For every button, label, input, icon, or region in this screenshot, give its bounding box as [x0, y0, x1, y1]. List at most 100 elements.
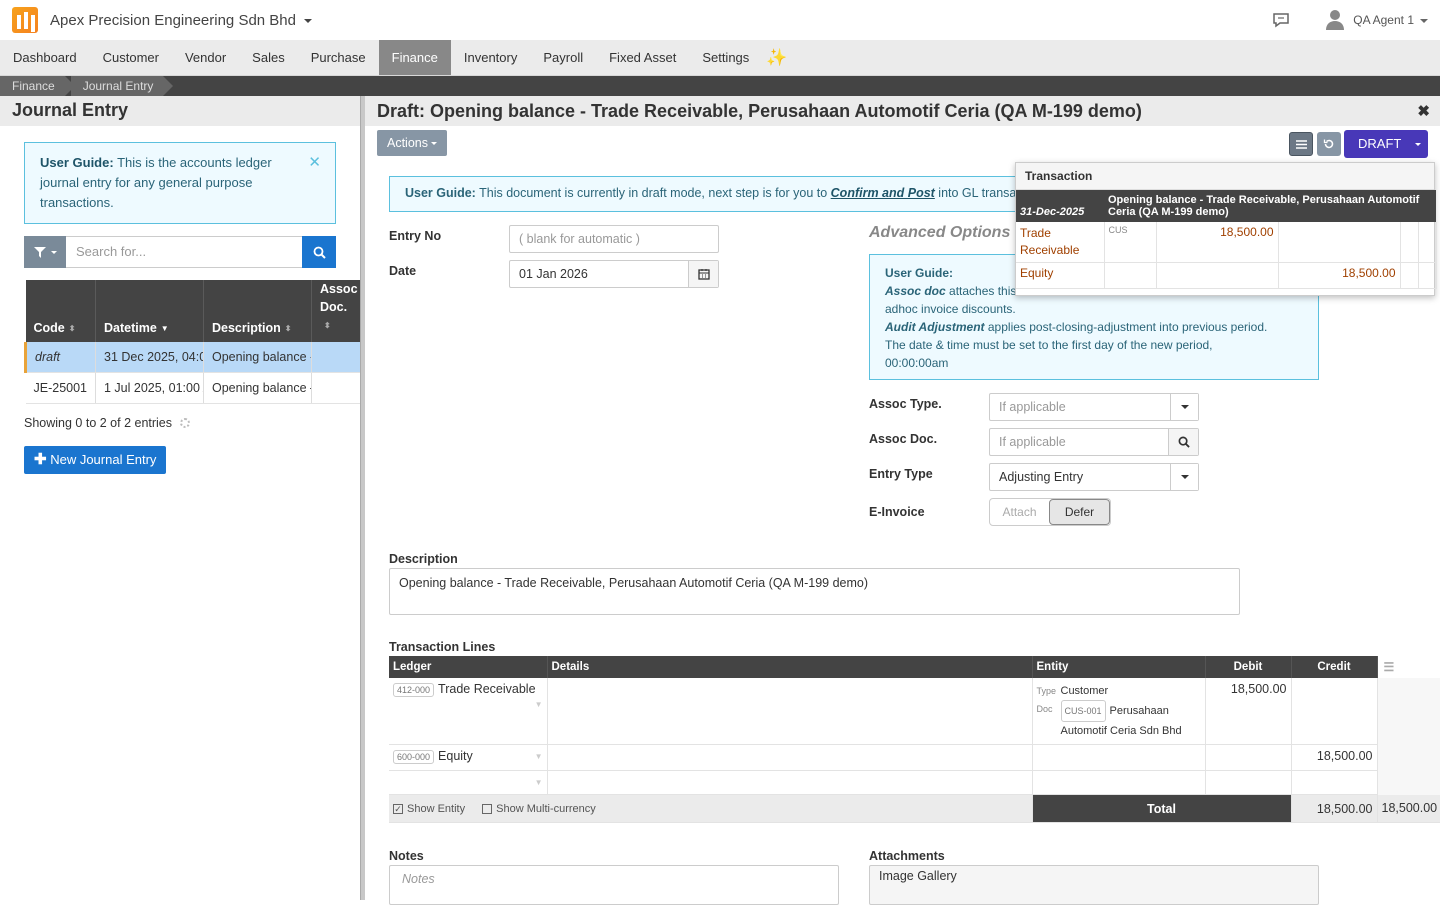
chevron-down-icon[interactable] [1170, 394, 1198, 420]
nav-sales[interactable]: Sales [239, 40, 298, 75]
nav-purchase[interactable]: Purchase [298, 40, 379, 75]
debit-cell[interactable] [1205, 770, 1292, 795]
debit-cell[interactable] [1205, 744, 1292, 771]
actions-button[interactable]: Actions [377, 130, 447, 156]
notes-textarea[interactable]: Notes [389, 865, 839, 905]
guide-text: This document is currently in draft mode… [475, 186, 831, 200]
user-menu[interactable]: QA Agent 1 [1353, 13, 1428, 27]
document-title: Draft: Opening balance - Trade Receivabl… [377, 101, 1142, 121]
show-entity-checkbox[interactable]: ✓ [393, 803, 403, 814]
table-row[interactable]: JE-25001 1 Jul 2025, 01:00 A Opening bal… [25, 372, 362, 405]
col-code[interactable]: Code ⬍ [25, 280, 96, 342]
search-button[interactable] [302, 236, 336, 268]
company-name: Apex Precision Engineering Sdn Bhd [50, 11, 296, 29]
gear-icon[interactable] [180, 418, 191, 429]
search-input[interactable]: Search for... [66, 236, 302, 268]
show-multicurrency-checkbox[interactable] [482, 803, 493, 814]
chevron-down-icon[interactable] [1170, 464, 1198, 490]
new-journal-entry-button[interactable]: ✚ New Journal Entry [24, 446, 167, 475]
guide-line: attaches this [945, 284, 1017, 298]
nav-finance[interactable]: Finance [378, 40, 451, 75]
breadcrumb-finance[interactable]: Finance [0, 76, 75, 96]
popover-debit [1156, 262, 1279, 289]
assoc-type-select[interactable]: If applicable [989, 393, 1199, 421]
credit-cell[interactable] [1291, 770, 1378, 795]
popover-ledger: Equity [1016, 262, 1105, 289]
list-view-icon[interactable] [1289, 132, 1313, 156]
details-cell[interactable] [547, 678, 1033, 745]
table-row: 600-000 Equity ▼ 18,500.00 [389, 744, 1440, 771]
history-icon[interactable] [1317, 132, 1341, 156]
entry-no-input[interactable]: ( blank for automatic ) [509, 225, 719, 253]
image-gallery[interactable]: Image Gallery [869, 865, 1319, 905]
new-button-label: New Journal Entry [50, 452, 157, 468]
details-cell[interactable] [547, 770, 1033, 795]
show-entity-label: Show Entity [407, 802, 466, 815]
table-row[interactable]: draft 31 Dec 2025, 04:0 Opening balance … [24, 341, 362, 374]
details-cell[interactable] [547, 744, 1033, 771]
user-icon[interactable] [1325, 9, 1345, 31]
nav-customer[interactable]: Customer [90, 40, 172, 75]
actions-label: Actions [387, 136, 428, 150]
advanced-options-title[interactable]: Advanced Options [869, 224, 1010, 242]
nav-payroll[interactable]: Payroll [530, 40, 596, 75]
entity-cell[interactable]: Type Customer Doc CUS-001 Perusahaan Automo… [1032, 678, 1206, 745]
audit-adjustment-term: Audit Adjustment [885, 320, 985, 334]
nav-settings[interactable]: Settings [689, 40, 762, 75]
company-logo[interactable] [12, 7, 38, 33]
chat-icon[interactable] [1271, 10, 1291, 30]
description-textarea[interactable]: Opening balance - Trade Receivable, Peru… [389, 568, 1240, 615]
filter-icon [33, 246, 46, 258]
search-icon[interactable] [1168, 429, 1198, 455]
attach-option[interactable]: Attach [990, 499, 1049, 525]
credit-cell[interactable]: 18,500.00 [1291, 744, 1378, 771]
col-assoc-doc[interactable]: Assoc Doc.⬍ [311, 280, 362, 342]
credit-cell[interactable] [1291, 678, 1378, 745]
col-credit: Credit [1291, 656, 1378, 678]
ledger-code: 600-000 [393, 749, 435, 764]
col-details: Details [547, 656, 1033, 678]
guide-line: 00:00:00am [885, 356, 949, 370]
search-icon [313, 246, 326, 259]
status-dropdown-button[interactable]: DRAFT [1344, 130, 1428, 158]
debit-cell[interactable]: 18,500.00 [1205, 678, 1292, 745]
breadcrumb: Finance Journal Entry [0, 76, 1440, 96]
defer-option[interactable]: Defer [1049, 499, 1110, 525]
confirm-and-post-link[interactable]: Confirm and Post [831, 186, 935, 200]
notes-label: Notes [389, 849, 424, 863]
ledger-code: 412-000 [393, 682, 435, 697]
showing-text: Showing 0 to 2 of 2 entries [24, 416, 173, 431]
nav-vendor[interactable]: Vendor [172, 40, 239, 75]
popover-credit [1278, 222, 1401, 263]
column-menu-icon[interactable]: ☰ [1377, 656, 1440, 678]
guide-line: adhoc invoice discounts. [885, 302, 1016, 316]
popover-title: Transaction [1016, 163, 1434, 190]
guide-label: User Guide: [885, 266, 954, 280]
nav-fixed-asset[interactable]: Fixed Asset [596, 40, 689, 75]
col-entity: Entity [1032, 656, 1206, 678]
sparkle-icon[interactable]: ✨ [762, 40, 791, 75]
company-switcher[interactable]: Apex Precision Engineering Sdn Bhd [50, 12, 312, 29]
popover-ledger: Trade Receivable [1016, 222, 1105, 263]
popover-tag [1104, 262, 1157, 289]
col-datetime[interactable]: Datetime ▼ [95, 280, 204, 342]
ledger-cell[interactable]: ▼ [389, 770, 548, 795]
entity-cell[interactable] [1032, 744, 1206, 771]
total-debit: 18,500.00 [1291, 794, 1378, 823]
calendar-icon[interactable] [688, 261, 718, 287]
nav-inventory[interactable]: Inventory [451, 40, 530, 75]
row-assoc [311, 341, 362, 374]
nav-dashboard[interactable]: Dashboard [0, 40, 90, 75]
close-icon[interactable]: ✕ [308, 153, 321, 173]
entry-type-select[interactable]: Adjusting Entry [989, 463, 1199, 491]
col-description[interactable]: Description ⬍ [203, 280, 312, 342]
close-icon[interactable]: ✖ [1417, 102, 1430, 120]
entity-cell[interactable] [1032, 770, 1206, 795]
filter-button[interactable] [24, 236, 66, 268]
assoc-doc-input[interactable]: If applicable [989, 428, 1199, 456]
date-input[interactable]: 01 Jan 2026 [509, 260, 719, 288]
breadcrumb-journal-entry[interactable]: Journal Entry [70, 76, 174, 96]
ledger-cell[interactable]: 412-000 Trade Receivable ▼ [389, 678, 548, 745]
ledger-cell[interactable]: 600-000 Equity ▼ [389, 744, 548, 771]
pagination-info: Showing 0 to 2 of 2 entries [24, 416, 360, 430]
